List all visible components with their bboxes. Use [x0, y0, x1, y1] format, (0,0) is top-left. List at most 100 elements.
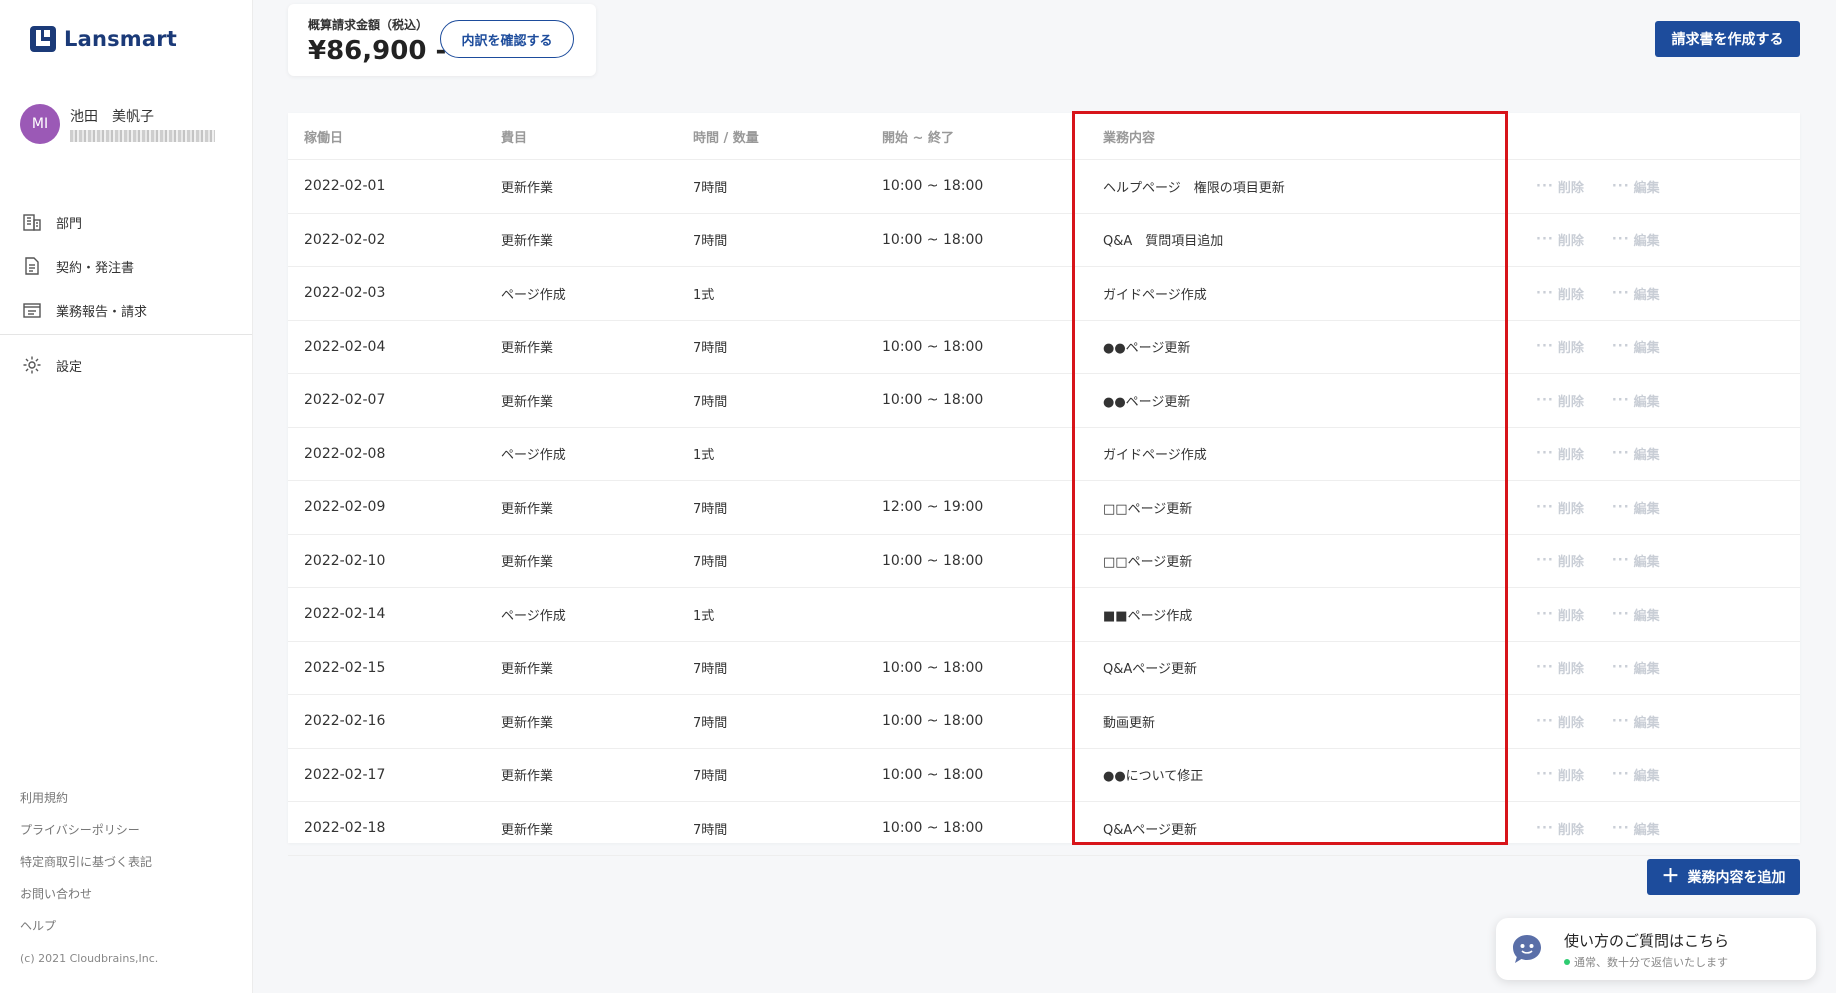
sidebar-item-reports[interactable]: 業務報告・請求: [0, 288, 252, 332]
edit-button[interactable]: ··· 編集: [1612, 337, 1660, 356]
delete-label: 削除: [1557, 822, 1584, 838]
cell-work: ガイドページ作成: [1103, 448, 1207, 464]
edit-button[interactable]: ··· 編集: [1612, 230, 1660, 249]
more-dots-icon: ···: [1611, 339, 1630, 355]
row-actions: ··· 削除 ··· 編集: [1536, 321, 1688, 374]
delete-button[interactable]: ··· 削除: [1536, 712, 1584, 731]
cell-date: 2022-02-08: [304, 445, 386, 462]
user-profile[interactable]: MI 池田 美帆子: [20, 104, 215, 144]
edit-button[interactable]: ··· 編集: [1612, 177, 1660, 196]
add-work-entry-button[interactable]: ＋ 業務内容を追加: [1647, 859, 1800, 895]
cell-work: ヘルプページ 権限の項目更新: [1103, 180, 1285, 196]
delete-button[interactable]: ··· 削除: [1536, 391, 1584, 410]
sidebar-item-settings[interactable]: 設定: [0, 343, 252, 387]
more-dots-icon: ···: [1536, 553, 1554, 569]
edit-button[interactable]: ··· 編集: [1612, 605, 1660, 624]
edit-button[interactable]: ··· 編集: [1612, 551, 1660, 570]
cell-qty: 7時間: [693, 341, 728, 357]
edit-button[interactable]: ··· 編集: [1612, 444, 1660, 463]
cell-qty: 7時間: [693, 394, 728, 410]
cell-time: 10:00 ~ 18:00: [882, 178, 984, 195]
help-chat-widget[interactable]: 使い方のご質問はこちら 通常、数十分で返信いたします: [1496, 918, 1816, 980]
lansmart-logo-icon: [30, 26, 56, 52]
more-dots-icon: ···: [1536, 392, 1554, 408]
cell-item: 更新作業: [501, 715, 554, 731]
table-row: 2022-02-09 更新作業 7時間 12:00 ~ 19:00 □□ページ更新 ···…: [288, 481, 1800, 535]
brand-logo[interactable]: Lansmart: [30, 26, 177, 52]
delete-button[interactable]: ··· 削除: [1536, 230, 1584, 249]
sidebar-item-contracts[interactable]: 契約・発注書: [0, 244, 252, 288]
edit-button[interactable]: ··· 編集: [1612, 658, 1660, 677]
brand-name: Lansmart: [64, 27, 178, 51]
work-log-table: 稼働日 費目 時間 / 数量 開始 ~ 終了 業務内容 2022-02-01 更新…: [288, 113, 1800, 856]
delete-label: 削除: [1557, 341, 1584, 357]
footer-link-contact[interactable]: お問い合わせ: [20, 878, 158, 910]
delete-label: 削除: [1557, 287, 1584, 303]
cell-date: 2022-02-04: [304, 338, 386, 355]
delete-button[interactable]: ··· 削除: [1536, 337, 1584, 356]
header-item[interactable]: 費目: [501, 113, 527, 159]
delete-button[interactable]: ··· 削除: [1536, 819, 1584, 838]
delete-button[interactable]: ··· 削除: [1536, 444, 1584, 463]
footer-link-help[interactable]: ヘルプ: [20, 910, 158, 942]
sidebar-item-label: 業務報告・請求: [56, 304, 148, 320]
delete-button[interactable]: ··· 削除: [1536, 658, 1584, 677]
header-work[interactable]: 業務内容: [1103, 113, 1155, 159]
invoice-summary-card: 概算請求金額（税込） ¥86,900 - 内訳を確認する: [288, 4, 596, 76]
table-row: 2022-02-04 更新作業 7時間 10:00 ~ 18:00 ●●ページ更新 ···…: [288, 321, 1800, 374]
footer-link-terms[interactable]: 利用規約: [20, 782, 158, 814]
more-dots-icon: ···: [1611, 820, 1630, 836]
edit-label: 編集: [1633, 394, 1660, 410]
edit-button[interactable]: ··· 編集: [1612, 284, 1660, 303]
table-row: 2022-02-02 更新作業 7時間 10:00 ~ 18:00 Q&A 質問項目追加…: [288, 214, 1800, 267]
header-date[interactable]: 稼働日: [304, 113, 343, 159]
more-dots-icon: ···: [1536, 606, 1554, 622]
more-dots-icon: ···: [1536, 178, 1554, 194]
more-dots-icon: ···: [1611, 553, 1630, 569]
create-invoice-button[interactable]: 請求書を作成する: [1655, 21, 1800, 57]
cell-item: 更新作業: [501, 662, 554, 678]
delete-label: 削除: [1557, 715, 1584, 731]
sidebar-nav: 部門 契約・発注書 業務報告・請求: [0, 200, 252, 332]
delete-button[interactable]: ··· 削除: [1536, 284, 1584, 303]
cell-date: 2022-02-10: [304, 552, 386, 569]
row-actions: ··· 削除 ··· 編集: [1536, 214, 1688, 267]
delete-button[interactable]: ··· 削除: [1536, 605, 1584, 624]
delete-button[interactable]: ··· 削除: [1536, 765, 1584, 784]
header-qty[interactable]: 時間 / 数量: [693, 113, 759, 159]
edit-button[interactable]: ··· 編集: [1612, 712, 1660, 731]
edit-label: 編集: [1633, 608, 1660, 624]
row-actions: ··· 削除 ··· 編集: [1536, 642, 1688, 695]
chat-bot-icon: [1513, 935, 1541, 963]
header-time[interactable]: 開始 ~ 終了: [882, 113, 954, 159]
cell-item: 更新作業: [501, 822, 554, 838]
delete-label: 削除: [1557, 448, 1584, 464]
more-dots-icon: ···: [1611, 392, 1630, 408]
cell-work: ■■ページ作成: [1103, 608, 1193, 624]
gear-icon: [23, 356, 41, 374]
sidebar-item-department[interactable]: 部門: [0, 200, 252, 244]
edit-button[interactable]: ··· 編集: [1612, 498, 1660, 517]
row-actions: ··· 削除 ··· 編集: [1536, 160, 1688, 213]
row-actions: ··· 削除 ··· 編集: [1536, 267, 1688, 320]
delete-button[interactable]: ··· 削除: [1536, 551, 1584, 570]
edit-button[interactable]: ··· 編集: [1612, 819, 1660, 838]
more-dots-icon: ···: [1611, 499, 1630, 515]
cell-time: 10:00 ~ 18:00: [882, 820, 984, 837]
edit-button[interactable]: ··· 編集: [1612, 391, 1660, 410]
cell-item: 更新作業: [501, 180, 554, 196]
row-actions: ··· 削除 ··· 編集: [1536, 588, 1688, 641]
row-actions: ··· 削除 ··· 編集: [1536, 535, 1688, 588]
delete-button[interactable]: ··· 削除: [1536, 177, 1584, 196]
footer-link-privacy[interactable]: プライバシーポリシー: [20, 814, 158, 846]
delete-button[interactable]: ··· 削除: [1536, 498, 1584, 517]
footer-link-commerce-law[interactable]: 特定商取引に基づく表記: [20, 846, 158, 878]
edit-button[interactable]: ··· 編集: [1612, 765, 1660, 784]
copyright: (c) 2021 Cloudbrains,Inc.: [20, 952, 159, 965]
cell-item: 更新作業: [501, 769, 554, 785]
cell-work: ●●について修正: [1103, 769, 1204, 785]
table-row: 2022-02-08 ページ作成 1式 ガイドページ作成 ··· 削除 ··· 編集: [288, 428, 1800, 481]
row-actions: ··· 削除 ··· 編集: [1536, 428, 1688, 481]
sidebar-divider: [0, 334, 252, 335]
view-breakdown-button[interactable]: 内訳を確認する: [440, 20, 574, 58]
